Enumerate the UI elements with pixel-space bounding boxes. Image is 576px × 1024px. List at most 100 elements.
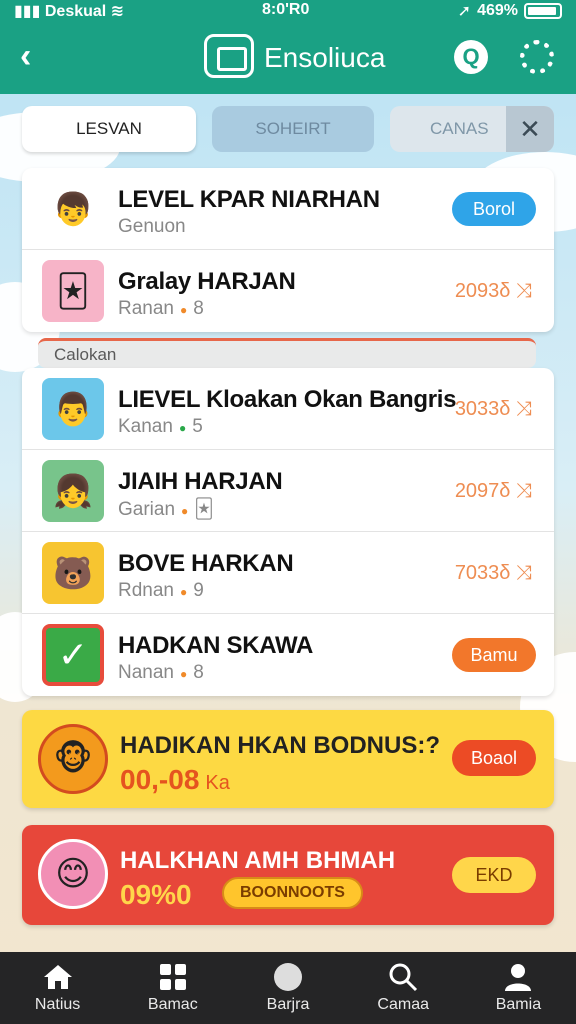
home-icon [42,962,74,992]
app-header: ‹ Ensoliuca Q [0,22,576,94]
nav-label: Natius [34,996,81,1013]
item-title: HADKAN SKAWA [118,632,314,659]
banner-value: 00,-08 Ka [120,764,230,796]
nav-label: Bamia [495,996,542,1013]
section-label: Calokan [38,338,536,368]
status-right: ➚ 469% [458,1,562,21]
girl-avatar-icon: 👧 [42,460,104,522]
item-score: 2097δ ⤨ [454,480,532,502]
dot-icon: ● [180,585,188,599]
dot-icon: ● [181,504,189,518]
banner-value-number: 00,-08 [120,764,200,795]
battery-percent: 469% [477,2,518,19]
banner-title: HALKHAN AMH BHMAH [120,847,396,874]
subtitle-extra: 9 [193,580,204,601]
dot-icon: ● [180,303,188,317]
tab-soheirt[interactable]: SOHEIRT [212,106,374,152]
profile-icon [503,962,533,992]
search-icon: Q [462,44,480,69]
item-score: 7033δ ⤨ [454,562,532,584]
banner-value-suffix: Ka [205,772,230,794]
item-subtitle: Nanan ● 8 [118,662,204,684]
app-logo-icon [204,34,254,78]
item-subtitle: Garian ● 🃏 [118,498,214,521]
man-avatar-icon: 👨 [42,378,104,440]
item-action-button[interactable]: Bamu [452,638,536,672]
status-bar: ▮▮▮ Deskual ≋ 8:0'R0 ➚ 469% [0,0,576,22]
bonus-chip[interactable]: BOONNOOTS [222,877,363,909]
nav-item-search[interactable]: Camaa [346,952,461,1024]
item-title: JIAIH HARJAN [118,468,283,495]
battery-icon [524,3,562,19]
tab-label: SOHEIRT [255,119,331,138]
nav-label: Bamac [147,996,198,1013]
subtitle-text: Ranan [118,298,174,319]
item-title: LIEVEL Kloakan Okan Bangris [118,386,457,413]
item-title: BOVE HARKAN [118,550,294,577]
list-item[interactable]: 👦 LEVEL KPAR NIARHAN Genuon Borol [22,168,554,250]
subtitle-extra: 8 [193,298,204,319]
list-item[interactable]: ✓ HADKAN SKAWA Nanan ● 8 Bamu [22,614,554,696]
app-title: Ensoliuca [264,42,386,73]
settings-button[interactable] [520,40,554,74]
check-icon: ✓ [42,624,104,686]
item-title: LEVEL KPAR NIARHAN [118,186,380,213]
subtitle-extra: 🃏 [194,499,214,520]
item-subtitle: Kanan ● 5 [118,416,203,438]
subtitle-text: Genuon [118,216,186,237]
dot-icon: ● [178,421,187,435]
boy-avatar-icon: 👦 [42,178,104,240]
bonus-character-icon: 🐵 [38,724,108,794]
top-list-card: 👦 LEVEL KPAR NIARHAN Genuon Borol 🃏 Gral… [22,168,554,332]
game-card-icon: 🃏 [42,260,104,322]
grid-icon [159,962,187,992]
item-subtitle: Rdnan ● 9 [118,580,204,602]
carrier-label: Deskual [44,3,107,20]
list-item[interactable]: 🐻 BOVE HARKAN Rdnan ● 9 7033δ ⤨ [22,532,554,614]
back-button[interactable]: ‹ [20,36,31,76]
tab-label: CANAS [430,119,489,138]
status-time: 8:0'R0 [262,1,310,18]
close-icon: ✕ [519,113,541,144]
banner-button[interactable]: Boaol [452,740,536,776]
nav-label: Camaa [377,996,429,1013]
nav-label: Barjra [266,996,310,1013]
item-subtitle: Ranan ● 8 [118,298,204,320]
nav-item-profile[interactable]: Bamia [461,952,576,1024]
search-icon [388,962,418,992]
list-item[interactable]: 👨 LIEVEL Kloakan Okan Bangris Kanan ● 5 30… [22,368,554,450]
tab-label: LESVAN [76,119,142,138]
subtitle-extra: 8 [193,662,204,683]
bottom-nav: Natius Bamac Barjra Camaa Bamia [0,952,576,1024]
tab-canas[interactable]: CANAS ✕ [390,106,554,152]
bear-avatar-icon: 🐻 [42,542,104,604]
smiley-icon: 😊 [38,839,108,909]
nav-item-center[interactable]: Barjra [230,952,345,1024]
search-button[interactable]: Q [454,40,488,74]
nav-item-home[interactable]: Natius [0,952,115,1024]
location-icon: ➚ [457,3,472,20]
main-list-card: 👨 LIEVEL Kloakan Okan Bangris Kanan ● 5 30… [22,368,554,696]
subtitle-text: Rdnan [118,580,174,601]
banner-title: HADIKAN HKAN BODNUS:? [120,732,440,759]
list-item[interactable]: 👧 JIAIH HARJAN Garian ● 🃏 2097δ ⤨ [22,450,554,532]
subtitle-text: Nanan [118,662,174,683]
nav-item-grid[interactable]: Bamac [115,952,230,1024]
banner-value: 09%0 [120,879,192,910]
subtitle-extra: 5 [192,416,203,437]
item-subtitle: Genuon [118,216,186,238]
circle-icon [273,962,303,992]
subtitle-text: Garian [118,499,176,520]
dot-icon: ● [180,667,188,681]
signal-icon: ▮▮▮ [14,3,41,20]
banner-button[interactable]: EKD [452,857,536,893]
item-action-button[interactable]: Borol [452,192,536,226]
close-tab-button[interactable]: ✕ [506,106,554,152]
signal-carrier: ▮▮▮ Deskual ≋ [14,1,124,21]
bonus-banner[interactable]: 🐵 HADIKAN HKAN BODNUS:? 00,-08 Ka Boaol [22,710,554,808]
tab-lesvan[interactable]: LESVAN [22,106,196,152]
item-score: 2093δ ⤨ [454,280,532,302]
promo-banner[interactable]: 😊 HALKHAN AMH BHMAH 09%0 BOONNOOTS EKD [22,825,554,925]
list-item[interactable]: 🃏 Gralay HARJAN Ranan ● 8 2093δ ⤨ [22,250,554,332]
subtitle-text: Kanan [118,416,173,437]
